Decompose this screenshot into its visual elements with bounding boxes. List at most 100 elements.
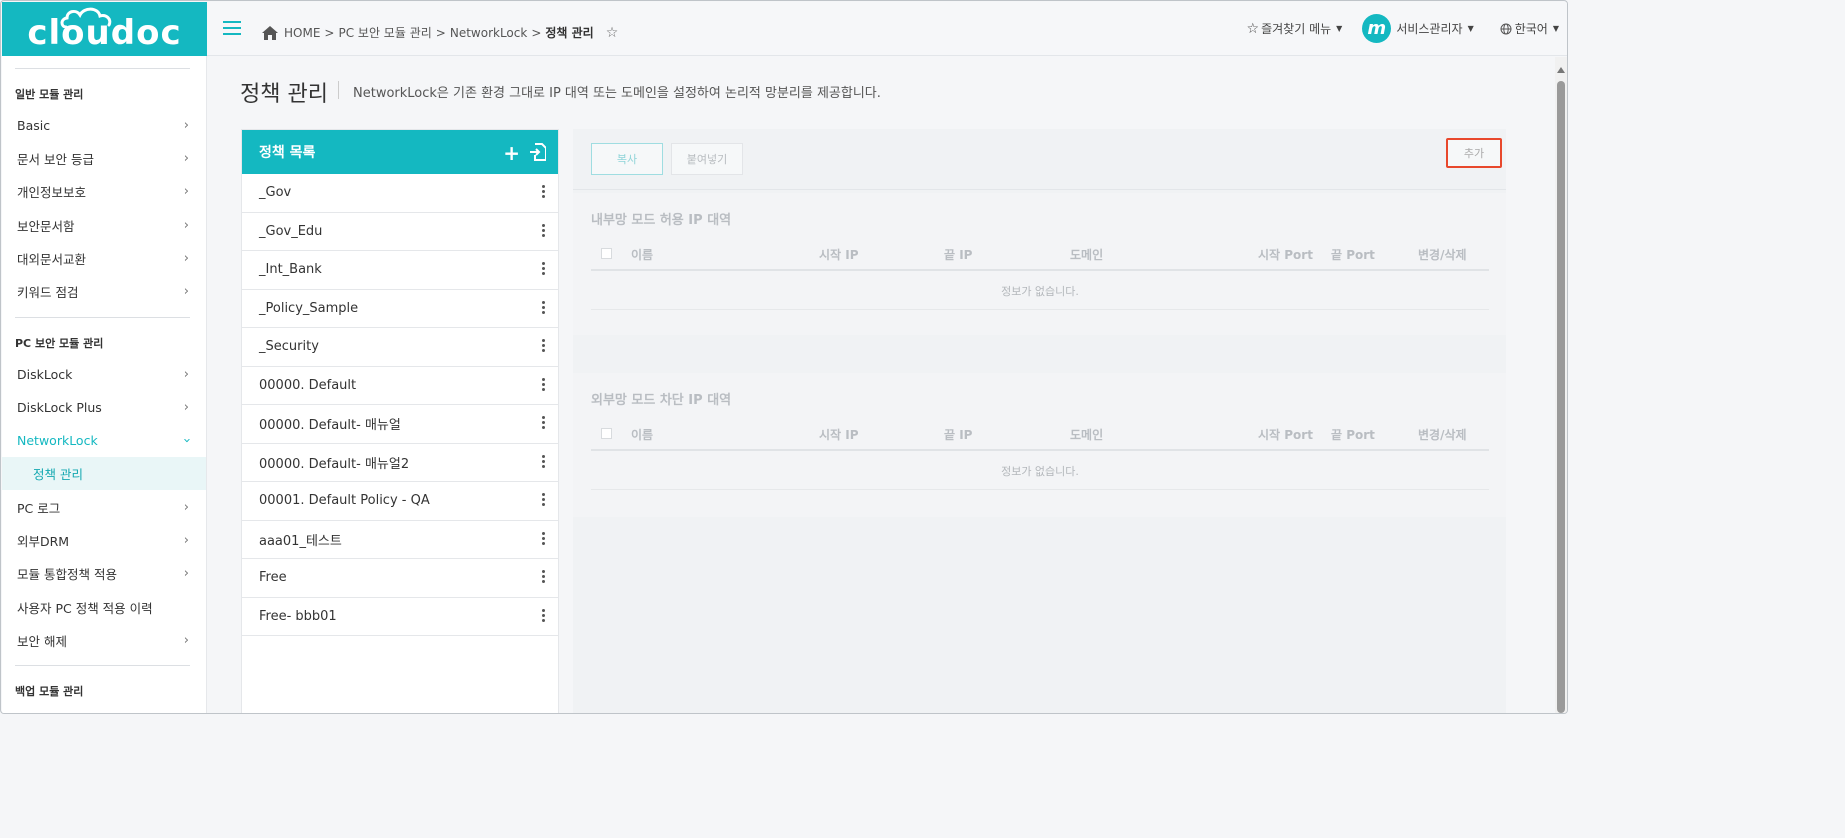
sidebar-item-disklock[interactable]: DiskLock › xyxy=(2,358,206,391)
sidebar-item-label: 개인정보보호 xyxy=(17,185,87,200)
more-vertical-icon[interactable] xyxy=(542,570,545,585)
column-header: 끝 Port xyxy=(1331,428,1375,442)
breadcrumb-home[interactable]: HOME xyxy=(284,26,320,40)
user-menu[interactable]: m 서비스관리자 ▼ xyxy=(1362,14,1474,43)
select-all-checkbox[interactable] xyxy=(601,248,612,259)
page-description: NetworkLock은 기존 환경 그대로 IP 대역 또는 도메인을 설정하… xyxy=(353,86,881,101)
table-header: 이름 시작 IP 끝 IP 도메인 시작 Port 끝 Port 변경/삭제 xyxy=(591,235,1489,271)
import-file-icon[interactable] xyxy=(530,143,546,161)
add-policy-icon[interactable]: + xyxy=(503,141,520,165)
menu-toggle-icon[interactable] xyxy=(223,21,241,37)
policy-item-label: aaa01_테스트 xyxy=(259,533,342,549)
policy-item-label: 00001. Default Policy - QA xyxy=(259,493,430,509)
sidebar-item-pc-log[interactable]: PC 로그 › xyxy=(2,491,206,524)
sidebar-item-label: 문서 보안 등급 xyxy=(17,152,94,167)
sidebar-item-label: 대외문서교환 xyxy=(17,252,87,267)
sidebar-item-module-unified-policy[interactable]: 모듈 통합정책 적용 › xyxy=(2,557,206,590)
more-vertical-icon[interactable] xyxy=(542,223,545,239)
internal-allowed-ip-section: 내부망 모드 허용 IP 대역 이름 시작 IP 끝 IP 도메인 시작 Por… xyxy=(573,193,1506,335)
chevron-right-icon: › xyxy=(183,251,189,266)
more-vertical-icon[interactable] xyxy=(542,339,545,354)
user-name: 서비스관리자 xyxy=(1396,22,1463,36)
more-vertical-icon[interactable] xyxy=(542,493,545,508)
external-blocked-ip-section: 외부망 모드 차단 IP 대역 이름 시작 IP 끝 IP 도메인 시작 Por… xyxy=(573,373,1506,517)
logo[interactable]: cloudoc xyxy=(2,2,207,56)
column-header: 변경/삭제 xyxy=(1418,428,1467,442)
section-title: 내부망 모드 허용 IP 대역 xyxy=(591,213,732,228)
sidebar-item-label: 사용자 PC 정책 적용 이력 xyxy=(17,601,153,616)
chevron-down-icon: › xyxy=(178,437,194,444)
paste-button[interactable]: 붙여넣기 xyxy=(671,143,743,175)
sidebar-item-secure-docbox[interactable]: 보안문서함 › xyxy=(2,209,206,242)
header-actions: ☆ 즐겨찾기 메뉴 ▼ m 서비스관리자 ▼ 한국어 ▼ xyxy=(1247,14,1567,43)
globe-icon xyxy=(1500,23,1512,34)
more-vertical-icon[interactable] xyxy=(542,416,545,431)
chevron-right-icon: › xyxy=(183,118,189,133)
copy-button[interactable]: 복사 xyxy=(591,143,663,175)
avatar: m xyxy=(1362,14,1392,43)
sidebar-item-networklock[interactable]: NetworkLock › xyxy=(2,424,206,457)
policy-item[interactable]: Free xyxy=(242,559,558,598)
top-header: HOME > PC 보안 모듈 관리 > NetworkLock > 정책 관리… xyxy=(207,2,1567,56)
column-header: 시작 Port xyxy=(1258,428,1313,442)
breadcrumb-item[interactable]: PC 보안 모듈 관리 xyxy=(338,24,431,41)
sidebar-subitem-policy-management[interactable]: 정책 관리 xyxy=(2,457,206,490)
more-vertical-icon[interactable] xyxy=(542,608,545,624)
divider xyxy=(573,189,1506,190)
sidebar-item-security-release[interactable]: 보안 해제 › xyxy=(2,624,206,657)
policy-item-label: 00000. Default- 매뉴얼 xyxy=(259,418,401,434)
favorites-menu[interactable]: ☆ 즐겨찾기 메뉴 ▼ xyxy=(1247,20,1343,37)
sidebar-item-disklock-plus[interactable]: DiskLock Plus › xyxy=(2,391,206,424)
policy-item[interactable]: Free- bbb01 xyxy=(242,598,558,636)
star-outline-icon[interactable]: ☆ xyxy=(606,25,619,41)
table-header: 이름 시작 IP 끝 IP 도메인 시작 Port 끝 Port 변경/삭제 xyxy=(591,415,1489,451)
more-vertical-icon[interactable] xyxy=(542,185,545,200)
policy-item[interactable]: _Int_Bank xyxy=(242,251,558,290)
sidebar-item-external-drm[interactable]: 외부DRM › xyxy=(2,524,206,557)
home-icon[interactable] xyxy=(262,25,278,40)
policy-item[interactable]: 00000. Default- 매뉴얼2 xyxy=(242,444,558,482)
scroll-up-arrow-icon[interactable] xyxy=(1557,67,1565,73)
column-header: 변경/삭제 xyxy=(1418,248,1467,262)
more-vertical-icon[interactable] xyxy=(542,454,545,470)
sidebar-item-privacy[interactable]: 개인정보보호 › xyxy=(2,175,206,208)
chevron-right-icon: › xyxy=(183,533,189,548)
policy-item[interactable]: _Gov_Edu xyxy=(242,213,558,251)
column-header: 끝 Port xyxy=(1331,248,1375,262)
more-vertical-icon[interactable] xyxy=(542,300,545,316)
policy-item-label: Free xyxy=(259,570,287,586)
section-backup: 백업 모듈 관리 xyxy=(15,685,84,698)
column-header: 끝 IP xyxy=(944,428,973,442)
sidebar-item-keyword-check[interactable]: 키워드 점검 › xyxy=(2,275,206,308)
chevron-right-icon: › xyxy=(183,284,189,299)
policy-item[interactable]: _Security xyxy=(242,328,558,367)
section-pc: PC 보안 모듈 관리 xyxy=(15,337,104,350)
sidebar-item-doc-security-level[interactable]: 문서 보안 등급 › xyxy=(2,142,206,175)
language-menu[interactable]: 한국어 ▼ xyxy=(1500,20,1559,37)
breadcrumb-item[interactable]: NetworkLock xyxy=(450,26,527,40)
breadcrumb-separator: > xyxy=(324,25,335,40)
policy-item[interactable]: aaa01_테스트 xyxy=(242,521,558,559)
chevron-right-icon: › xyxy=(183,400,189,415)
empty-message: 정보가 없습니다. xyxy=(591,273,1489,310)
more-vertical-icon[interactable] xyxy=(542,377,545,393)
column-header: 도메인 xyxy=(1070,428,1104,442)
more-vertical-icon[interactable] xyxy=(542,531,545,547)
empty-message: 정보가 없습니다. xyxy=(591,453,1489,490)
sidebar-item-external-exchange[interactable]: 대외문서교환 › xyxy=(2,242,206,275)
policy-item[interactable]: 00001. Default Policy - QA xyxy=(242,482,558,521)
policy-item[interactable]: _Policy_Sample xyxy=(242,290,558,328)
sidebar-item-user-pc-policy-history[interactable]: 사용자 PC 정책 적용 이력 xyxy=(2,591,206,624)
scrollbar-thumb[interactable] xyxy=(1557,81,1565,713)
vertical-scrollbar[interactable] xyxy=(1555,57,1567,713)
policy-item[interactable]: 00000. Default- 매뉴얼 xyxy=(242,405,558,444)
sidebar-item-basic[interactable]: Basic › xyxy=(2,109,206,142)
policy-list-header: 정책 목록 + xyxy=(242,130,558,174)
chevron-right-icon: › xyxy=(183,633,189,648)
policy-item[interactable]: _Gov xyxy=(242,174,558,213)
caret-down-icon: ▼ xyxy=(1336,24,1343,33)
policy-item[interactable]: 00000. Default xyxy=(242,367,558,405)
more-vertical-icon[interactable] xyxy=(542,262,545,277)
select-all-checkbox[interactable] xyxy=(601,428,612,439)
add-button[interactable]: 추가 xyxy=(1446,138,1502,168)
